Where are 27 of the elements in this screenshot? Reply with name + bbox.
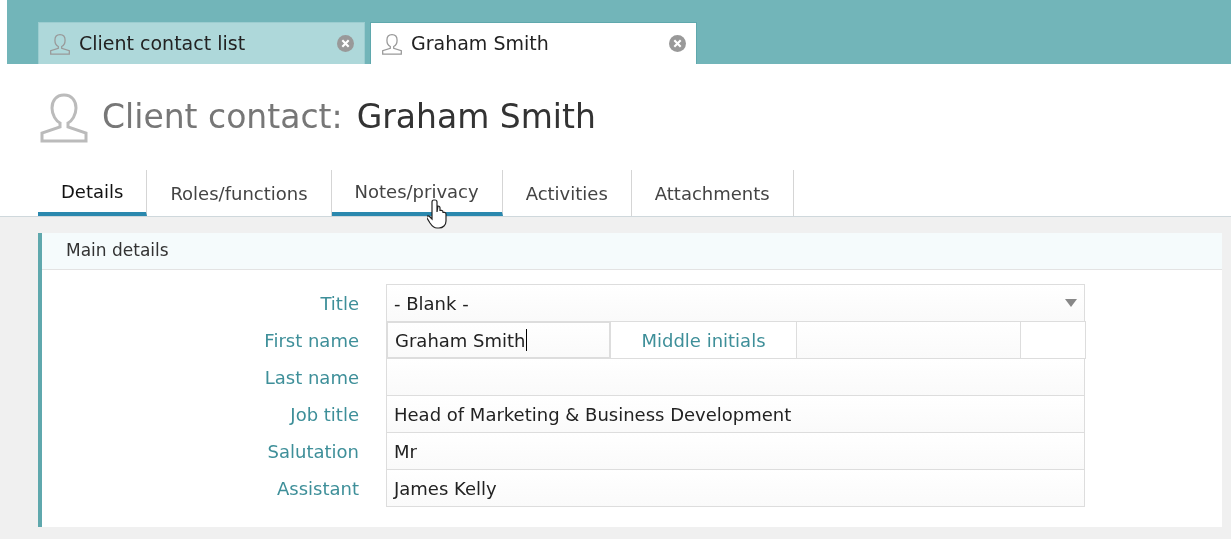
field-label: Assistant — [276, 476, 360, 501]
field-label: Title — [319, 291, 360, 316]
input-field[interactable] — [797, 321, 1021, 359]
field-label: Salutation — [266, 439, 360, 464]
document-tab[interactable]: Graham Smith — [370, 22, 697, 64]
person-icon — [381, 32, 403, 55]
title-dropdown[interactable]: - Blank - — [386, 284, 1085, 322]
field-label: Job title — [288, 402, 360, 427]
input-field[interactable]: James Kelly — [386, 469, 1085, 507]
section-header: Main details — [42, 233, 1222, 270]
input-field[interactable]: Mr — [386, 432, 1085, 470]
input-field[interactable]: Head of Marketing & Business Development — [386, 395, 1085, 433]
page-title: Graham Smith — [356, 96, 596, 139]
page-title-label: Client contact: — [102, 96, 343, 139]
document-tab[interactable]: Client contact list — [38, 22, 365, 64]
close-icon[interactable] — [669, 35, 686, 52]
tab[interactable]: Roles/functions — [147, 170, 332, 216]
caret-icon — [1065, 299, 1077, 307]
field-label: Last name — [263, 365, 360, 390]
person-icon — [49, 32, 71, 55]
input-field[interactable] — [386, 358, 1085, 396]
close-icon[interactable] — [337, 35, 354, 52]
person-icon — [38, 91, 90, 143]
tab[interactable]: Attachments — [631, 170, 794, 216]
input-field[interactable]: Graham Smith — [386, 321, 611, 359]
tab[interactable]: Activities — [502, 170, 632, 216]
field-label: First name — [263, 328, 360, 353]
